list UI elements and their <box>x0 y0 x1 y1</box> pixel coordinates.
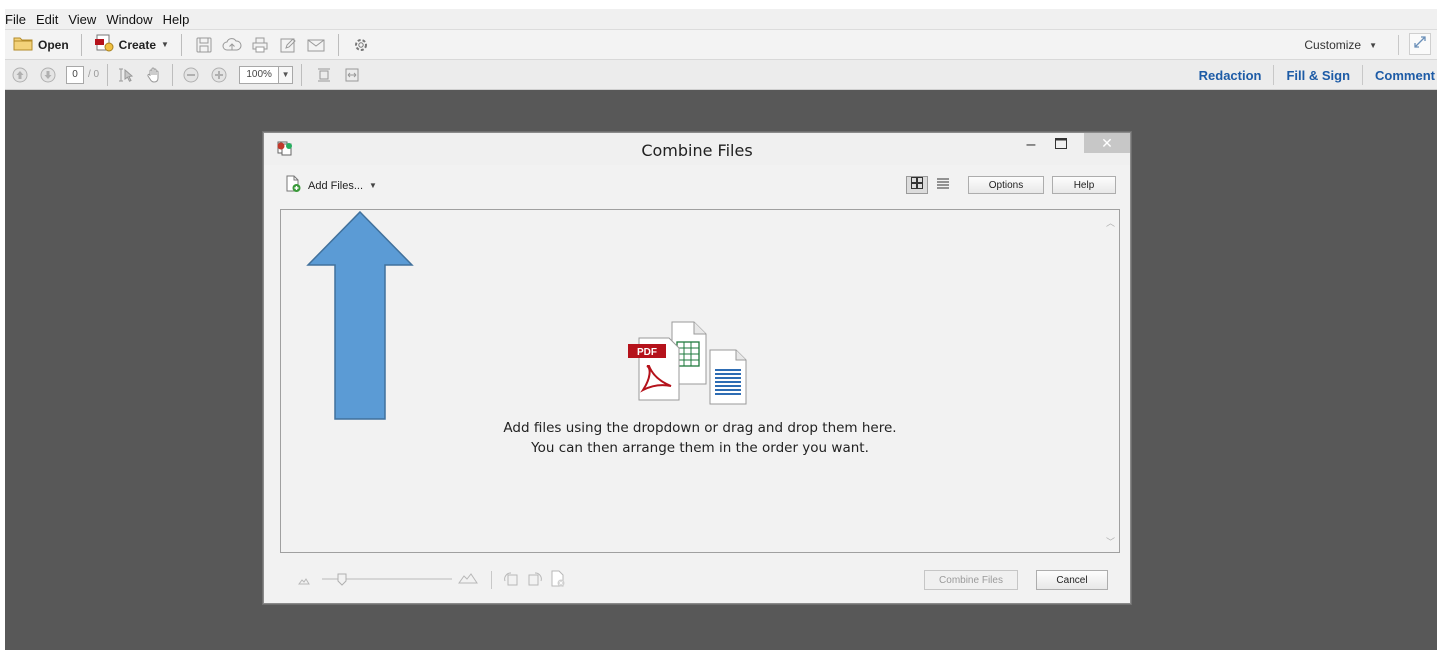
files-illustration: PDF <box>628 321 747 405</box>
large-thumbnail-icon[interactable] <box>458 571 478 590</box>
toolbar-separator <box>301 63 303 86</box>
main-toolbar: Open Create ▼ Customize ▼ <box>5 30 1437 60</box>
acrobat-window: File Edit View Window Help Open Create ▼ <box>5 9 1437 650</box>
grid-icon <box>911 176 923 194</box>
next-page-icon[interactable] <box>37 64 59 86</box>
scroll-up-icon[interactable]: ︿ <box>1106 216 1115 229</box>
dialog-toolbar: Add Files... ▼ Options Help <box>264 169 1130 201</box>
pdf-file-icon: PDF <box>628 337 680 401</box>
remove-file-icon[interactable] <box>550 570 566 593</box>
help-button[interactable]: Help <box>1052 176 1116 194</box>
scroll-down-icon[interactable]: ﹀ <box>1106 535 1115 548</box>
menu-edit[interactable]: Edit <box>36 12 64 27</box>
page-total: / 0 <box>88 69 100 80</box>
rotate-left-icon[interactable] <box>502 571 520 592</box>
cancel-button[interactable]: Cancel <box>1036 570 1108 590</box>
menu-window[interactable]: Window <box>106 12 158 27</box>
add-files-dropdown[interactable]: Add Files... ▼ <box>284 175 377 196</box>
email-icon[interactable] <box>305 34 327 56</box>
minimize-button[interactable]: – <box>1018 135 1044 155</box>
combine-files-button[interactable]: Combine Files <box>924 570 1018 590</box>
document-file-icon <box>709 349 747 405</box>
save-icon[interactable] <box>193 34 215 56</box>
zoom-dropdown-button[interactable]: ▼ <box>279 65 294 84</box>
expand-button[interactable] <box>1409 33 1431 55</box>
zoom-out-icon[interactable] <box>180 64 202 86</box>
previous-page-icon[interactable] <box>9 64 31 86</box>
toolbar-separator <box>337 33 339 56</box>
create-button-label: Create <box>118 37 157 52</box>
dialog-footer: Combine Files Cancel <box>264 561 1130 601</box>
drop-hint-line-1: Add files using the dropdown or drag and… <box>503 420 897 436</box>
select-tool-icon[interactable] <box>115 64 137 86</box>
edit-icon[interactable] <box>277 34 299 56</box>
add-files-label: Add Files... <box>308 179 364 192</box>
toolbar-separator <box>172 63 174 86</box>
list-view-button[interactable] <box>932 176 954 194</box>
arrow-annotation <box>306 210 414 420</box>
chevron-down-icon: ▼ <box>281 70 290 79</box>
dialog-title-bar[interactable]: Combine Files – ✕ <box>264 133 1130 165</box>
print-icon[interactable] <box>249 34 271 56</box>
close-button[interactable]: ✕ <box>1084 133 1130 153</box>
maximize-button[interactable] <box>1048 135 1074 155</box>
create-pdf-icon <box>94 34 114 55</box>
drop-hint-line-2: You can then arrange them in the order y… <box>531 440 869 456</box>
task-panes: Redaction Fill & Sign Comment <box>1187 60 1437 90</box>
close-icon: ✕ <box>1101 134 1113 151</box>
rotate-right-icon[interactable] <box>526 571 544 592</box>
customize-label: Customize <box>1304 38 1362 52</box>
menu-help[interactable]: Help <box>163 12 196 27</box>
zoom-level-input[interactable]: 100% <box>239 65 280 84</box>
combine-files-dialog: Combine Files – ✕ Add Files... ▼ Options… <box>263 132 1131 604</box>
comment-pane-link[interactable]: Comment <box>1363 68 1437 83</box>
thumbnail-view-button[interactable] <box>906 176 928 194</box>
menu-view[interactable]: View <box>68 12 102 27</box>
cloud-upload-icon[interactable] <box>221 34 243 56</box>
gear-icon[interactable] <box>350 34 372 56</box>
navigation-toolbar: 0 / 0 100% ▼ Redaction Fill & Sign Comme… <box>5 60 1437 90</box>
chevron-down-icon: ▼ <box>161 40 169 49</box>
chevron-down-icon: ▼ <box>369 181 377 190</box>
thumbnail-size-slider[interactable] <box>322 572 452 586</box>
maximize-icon <box>1055 136 1067 154</box>
toolbar-separator <box>1398 35 1399 55</box>
options-button[interactable]: Options <box>968 176 1044 194</box>
open-button[interactable]: Open <box>9 33 73 57</box>
dialog-title: Combine Files <box>641 141 753 160</box>
customize-dropdown[interactable]: Customize ▼ <box>1304 34 1377 56</box>
fit-width-icon[interactable] <box>341 64 363 86</box>
fill-sign-pane-link[interactable]: Fill & Sign <box>1274 68 1362 83</box>
expand-icon <box>1413 35 1427 54</box>
fit-page-icon[interactable] <box>313 64 335 86</box>
minimize-icon: – <box>1026 136 1036 153</box>
list-icon <box>936 176 950 194</box>
folder-icon <box>13 35 33 54</box>
toolbar-separator <box>80 33 82 56</box>
open-button-label: Open <box>38 37 69 52</box>
menu-bar: File Edit View Window Help <box>5 9 1437 30</box>
small-thumbnail-icon[interactable] <box>298 573 310 591</box>
pdf-badge-text: PDF <box>637 347 657 358</box>
menu-file[interactable]: File <box>5 12 32 27</box>
add-file-icon <box>284 175 302 196</box>
toolbar-separator <box>180 33 182 56</box>
footer-separator <box>491 571 492 589</box>
create-button[interactable]: Create ▼ <box>90 33 173 57</box>
file-drop-area[interactable]: ︿ ﹀ PDF Add files using the dropdown or … <box>280 209 1120 553</box>
redaction-pane-link[interactable]: Redaction <box>1187 68 1274 83</box>
chevron-down-icon: ▼ <box>1369 40 1377 50</box>
toolbar-separator <box>107 63 109 86</box>
drop-hint-text: Add files using the dropdown or drag and… <box>281 418 1119 458</box>
page-number-input[interactable]: 0 <box>66 65 84 84</box>
hand-tool-icon[interactable] <box>143 64 165 86</box>
zoom-in-icon[interactable] <box>208 64 230 86</box>
